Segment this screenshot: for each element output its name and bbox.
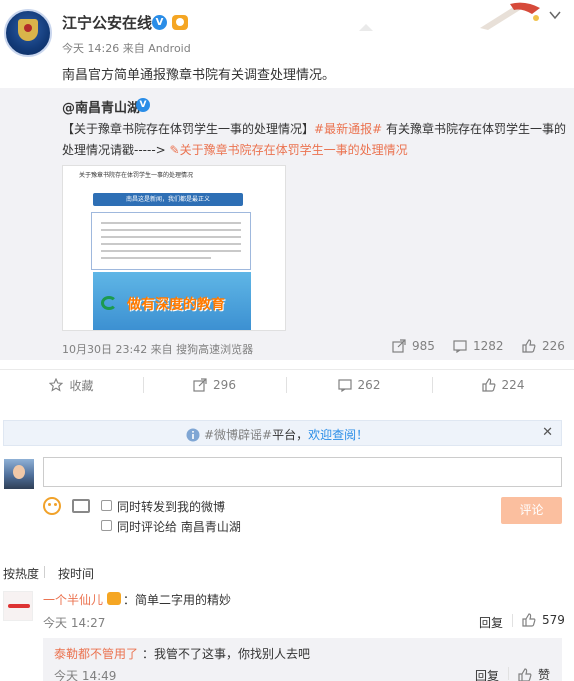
info-icon bbox=[186, 428, 200, 442]
member-badge-icon[interactable] bbox=[107, 592, 121, 605]
article-thumbnail-image[interactable]: 关于豫章书院存在体罚学生一事的处理情况 南昌这是新闻，我们都是最正义 做有深度的… bbox=[62, 165, 286, 331]
sort-by-hot-tab[interactable]: 按热度 bbox=[3, 565, 39, 582]
reply-author-name[interactable]: 泰勒都不管用了 bbox=[54, 645, 138, 662]
comment-icon bbox=[453, 340, 467, 353]
nested-reply-button[interactable]: 回复 bbox=[475, 667, 499, 681]
member-badge-icon[interactable] bbox=[172, 15, 188, 30]
repost-title: 【关于豫章书院存在体罚学生一事的处理情况】 bbox=[62, 122, 315, 136]
comment-input[interactable] bbox=[43, 457, 562, 487]
repost-like-count[interactable]: 226 bbox=[522, 339, 565, 353]
link-icon: ✎ bbox=[169, 143, 180, 157]
article-link-text[interactable]: 关于豫章书院存在体罚学生一事的处理情况 bbox=[180, 143, 408, 157]
repost-text-cont: 处理情况请戳-----> bbox=[62, 143, 170, 157]
notice-body: 平台， bbox=[272, 428, 309, 442]
hashtag-link[interactable]: #最新通报# bbox=[314, 122, 382, 136]
comment-like-button[interactable]: 579 bbox=[522, 613, 565, 627]
post-meta: 今天 14:26 来自 Android bbox=[62, 42, 191, 55]
police-emblem-icon bbox=[18, 19, 38, 41]
divider bbox=[512, 614, 513, 627]
emoji-icon[interactable] bbox=[43, 497, 61, 515]
reply-time: 今天 14:49 bbox=[54, 669, 117, 681]
image-upload-icon[interactable] bbox=[72, 499, 90, 513]
thumbs-up-icon bbox=[518, 668, 532, 681]
post-text: 南昌官方简单通报豫章书院有关调查处理情况。 bbox=[62, 68, 336, 83]
favorite-button[interactable]: 收藏 bbox=[0, 370, 143, 400]
verified-v-icon: V bbox=[152, 15, 167, 30]
divider bbox=[44, 566, 45, 578]
notice-link[interactable]: 欢迎查阅！ bbox=[308, 428, 368, 442]
repost-text-line1: 【关于豫章书院存在体罚学生一事的处理情况】#最新通报# 有关豫章书院存在体罚学生… bbox=[62, 120, 566, 137]
comment-time: 今天 14:27 bbox=[43, 616, 106, 630]
verified-v-icon: V bbox=[136, 98, 150, 112]
thumb-title: 关于豫章书院存在体罚学生一事的处理情况 bbox=[79, 172, 194, 179]
notice-hashtag[interactable]: #微博辟谣# bbox=[204, 428, 272, 442]
article-link[interactable]: ✎关于豫章书院存在体罚学生一事的处理情况 bbox=[170, 143, 408, 157]
repost-time-source: 10月30日 23:42 来自 搜狗高速浏览器 bbox=[62, 343, 254, 356]
thumb-bar-text: 南昌这是新闻，我们都是最正义 bbox=[125, 196, 210, 203]
rumor-notice-bar: #微博辟谣#平台，欢迎查阅！ ✕ bbox=[3, 420, 562, 446]
comment-option-label: 同时评论给 南昌青山湖 bbox=[117, 520, 241, 534]
repost-to-my-weibo-checkbox[interactable] bbox=[101, 500, 112, 511]
comment-button[interactable]: 262 bbox=[286, 370, 432, 400]
post-action-bar: 收藏 296 262 224 bbox=[0, 369, 574, 399]
like-action-count: 224 bbox=[501, 378, 525, 392]
current-user-avatar[interactable] bbox=[4, 459, 34, 489]
repost-comment-count[interactable]: 1282 bbox=[453, 339, 504, 353]
forward-icon bbox=[392, 339, 406, 353]
chevron-down-icon[interactable] bbox=[548, 8, 562, 22]
corner-decoration-icon bbox=[480, 2, 540, 30]
thumbs-up-icon bbox=[522, 613, 536, 627]
thumbs-up-icon bbox=[481, 378, 495, 392]
edu-logo-icon bbox=[101, 296, 117, 310]
comment-to-original-checkbox[interactable] bbox=[101, 520, 112, 531]
repost-author-link[interactable]: @南昌青山湖 bbox=[62, 97, 140, 116]
comment-count: 1282 bbox=[473, 339, 504, 353]
like-button[interactable]: 224 bbox=[432, 370, 574, 400]
comment-tab-indicator bbox=[359, 24, 373, 31]
notice-text: #微博辟谣#平台，欢迎查阅！ bbox=[186, 426, 368, 443]
nested-like-label: 赞 bbox=[538, 668, 551, 681]
thumb-education-banner: 做有深度的教育 bbox=[93, 272, 251, 330]
comment-text: ：简单二字用的精妙 bbox=[123, 593, 232, 607]
repost-text: 有关豫章书院存在体罚学生一事的 bbox=[382, 122, 566, 136]
thumb-banner-text: 做有深度的教育 bbox=[127, 297, 225, 313]
commenter-avatar[interactable] bbox=[3, 591, 33, 621]
submit-comment-button[interactable]: 评论 bbox=[501, 497, 562, 524]
thumb-text-frame bbox=[91, 212, 251, 270]
reply-text: ：我管不了这事，你找别人去吧 bbox=[142, 647, 311, 661]
star-icon bbox=[49, 378, 64, 392]
reply-button[interactable]: 回复 bbox=[479, 614, 503, 631]
forward-icon bbox=[193, 378, 207, 392]
forward-count: 985 bbox=[412, 339, 435, 353]
thumbs-up-icon bbox=[522, 339, 536, 353]
divider bbox=[508, 667, 509, 680]
thumb-banner-bar: 南昌这是新闻，我们都是最正义 bbox=[93, 193, 243, 206]
repost-forward-count[interactable]: 985 bbox=[392, 339, 435, 353]
author-name[interactable]: 江宁公安在线 bbox=[62, 12, 152, 33]
comment-action-count: 262 bbox=[357, 378, 381, 392]
repost-text-line2: 处理情况请戳-----> ✎关于豫章书院存在体罚学生一事的处理情况 bbox=[62, 141, 408, 158]
comment-icon bbox=[337, 379, 352, 392]
sort-by-time-tab[interactable]: 按时间 bbox=[58, 565, 94, 582]
author-avatar[interactable] bbox=[4, 9, 52, 57]
commenter-name[interactable]: 一个半仙儿 bbox=[43, 591, 103, 608]
like-count: 226 bbox=[542, 339, 565, 353]
favorite-label: 收藏 bbox=[69, 378, 94, 393]
comment-like-count: 579 bbox=[542, 613, 565, 627]
repost-option-label: 同时转发到我的微博 bbox=[117, 500, 226, 514]
forward-button[interactable]: 296 bbox=[143, 370, 286, 400]
nested-like-button[interactable]: 赞 bbox=[518, 666, 550, 681]
forward-action-count: 296 bbox=[213, 378, 236, 392]
close-icon[interactable]: ✕ bbox=[542, 425, 553, 440]
